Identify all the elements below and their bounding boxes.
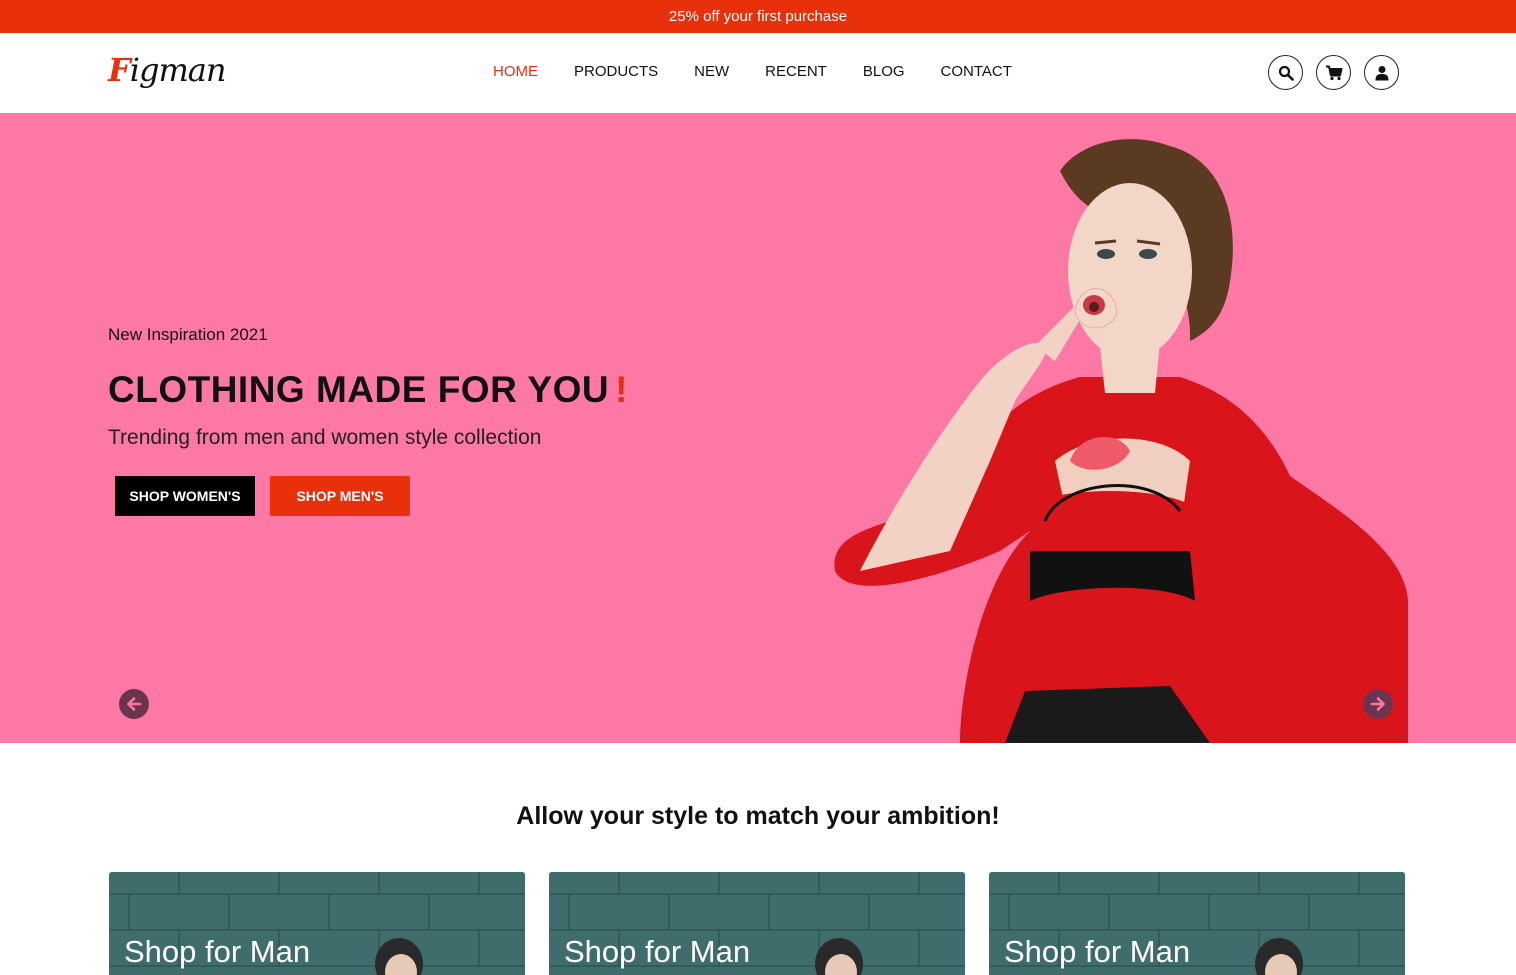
category-card[interactable]: Shop for Man xyxy=(989,872,1405,975)
navbar: Figman HOME PRODUCTS NEW RECENT BLOG CON… xyxy=(0,33,1516,113)
section-tagline: Allow your style to match your ambition! xyxy=(516,802,1000,830)
cart-icon xyxy=(1325,65,1342,80)
shop-mens-button[interactable]: SHOP MEN'S xyxy=(270,476,410,516)
card-title: Shop for Man xyxy=(124,934,311,969)
user-icon xyxy=(1375,65,1388,80)
arrow-right-icon xyxy=(1370,697,1385,711)
hero-title-mark: ! xyxy=(615,369,628,410)
logo[interactable]: Figman xyxy=(108,51,227,89)
hero-banner: New Inspiration 2021 CLOTHING MADE FOR Y… xyxy=(0,113,1516,743)
category-card[interactable]: Shop for Man xyxy=(109,872,525,975)
cart-button[interactable] xyxy=(1316,55,1351,90)
hero-title-text: CLOTHING MADE FOR YOU xyxy=(108,369,610,410)
header-actions xyxy=(1268,55,1399,90)
logo-initial: F xyxy=(108,51,131,89)
promo-bar: 25% off your first purchase xyxy=(0,0,1516,33)
hero-title: CLOTHING MADE FOR YOU! xyxy=(108,369,628,411)
nav-recent[interactable]: RECENT xyxy=(765,63,827,80)
card-title: Shop for Man xyxy=(1004,934,1191,969)
hero-eyebrow: New Inspiration 2021 xyxy=(108,325,268,344)
logo-text: igman xyxy=(129,51,227,89)
nav-blog[interactable]: BLOG xyxy=(863,63,905,80)
search-button[interactable] xyxy=(1268,55,1303,90)
hero-subtitle: Trending from men and women style collec… xyxy=(108,426,542,449)
account-button[interactable] xyxy=(1364,55,1399,90)
nav-new[interactable]: NEW xyxy=(694,63,729,80)
arrow-left-icon xyxy=(127,697,142,711)
main-nav: HOME PRODUCTS NEW RECENT BLOG CONTACT xyxy=(493,63,1012,80)
shop-womens-button[interactable]: SHOP WOMEN'S xyxy=(115,476,255,516)
carousel-next-button[interactable] xyxy=(1363,689,1393,719)
nav-products[interactable]: PRODUCTS xyxy=(574,63,658,80)
nav-contact[interactable]: CONTACT xyxy=(941,63,1012,80)
category-card[interactable]: Shop for Man xyxy=(549,872,965,975)
search-icon xyxy=(1278,65,1294,81)
nav-home[interactable]: HOME xyxy=(493,63,538,80)
carousel-prev-button[interactable] xyxy=(119,689,149,719)
promo-text: 25% off your first purchase xyxy=(668,8,848,25)
hero-model-image xyxy=(834,139,1408,743)
card-title: Shop for Man xyxy=(564,934,751,969)
